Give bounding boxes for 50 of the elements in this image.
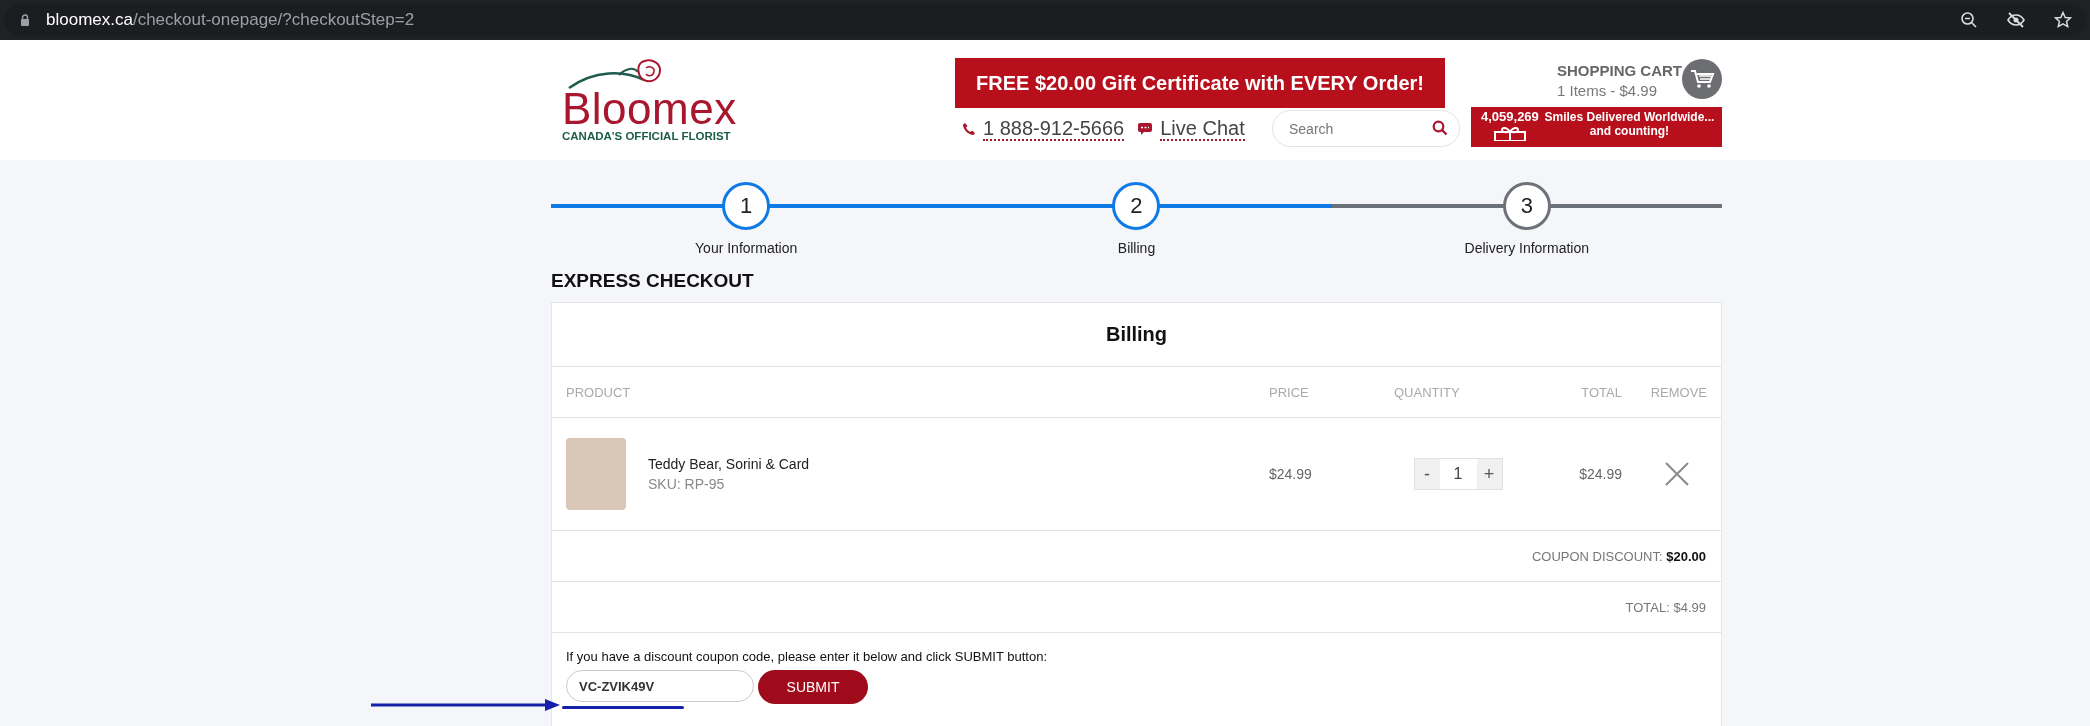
step-circle[interactable]: 3 xyxy=(1502,182,1551,230)
close-icon[interactable] xyxy=(1665,462,1689,486)
search-field[interactable]: Search xyxy=(1272,110,1460,147)
eye-slash-icon[interactable] xyxy=(2006,11,2026,29)
step-circle[interactable]: 1 xyxy=(722,182,771,230)
step-label: Your Information xyxy=(695,240,798,256)
product-name[interactable]: Teddy Bear, Sorini & Card xyxy=(648,456,810,472)
cart-title[interactable]: SHOPPING CART xyxy=(1557,62,1682,79)
phone-link[interactable]: 1 888-912-5666 xyxy=(983,116,1125,141)
promo-banner[interactable]: FREE $20.00 Gift Certificate with EVERY Order! xyxy=(955,58,1445,108)
column-header: REMOVE xyxy=(1649,384,1707,400)
total-text: $24.99 xyxy=(1578,466,1622,482)
quantity-value: 1 xyxy=(1452,465,1464,483)
column-header: TOTAL xyxy=(1580,384,1622,400)
search-icon[interactable] xyxy=(1432,120,1448,136)
counter-number: 4,059,269 xyxy=(1481,109,1539,124)
card-title: Billing xyxy=(552,303,1721,367)
address-bar[interactable]: bloomex.ca/checkout-onepage/?checkoutStep=2 xyxy=(4,4,2086,36)
counter-banner[interactable]: 4,059,269 Smiles Delivered Worldwide... and counting! xyxy=(1471,107,1722,147)
url-text: bloomex.ca/checkout-onepage/?checkoutStep=2 xyxy=(46,10,415,30)
step-label: Delivery Information xyxy=(1464,240,1590,256)
column-header: QUANTITY xyxy=(1393,384,1461,400)
counter-text: and counting! xyxy=(1589,124,1670,138)
total-text: TOTAL: $4.99 xyxy=(1625,599,1706,615)
increment-button[interactable]: + xyxy=(1476,459,1502,489)
product-sku: SKU: RP-95 xyxy=(648,476,726,492)
lock-icon xyxy=(20,14,30,26)
step-circle[interactable]: 2 xyxy=(1112,182,1161,230)
step-label: Billing xyxy=(1117,240,1156,256)
logo-tagline: CANADA'S OFFICIAL FLORIST xyxy=(562,130,731,142)
column-header: PRICE xyxy=(1269,384,1310,400)
gift-icon xyxy=(1492,127,1527,141)
coupon-discount-text: COUPON DISCOUNT: $20.00 xyxy=(1531,548,1706,564)
live-chat-link[interactable]: Live Chat xyxy=(1160,116,1245,141)
coupon-prompt: If you have a discount coupon code, please enter it below and click SUBMIT button: xyxy=(566,649,1049,664)
price-text: $24.99 xyxy=(1269,466,1313,482)
section-title: EXPRESS CHECKOUT xyxy=(551,270,755,292)
star-icon[interactable] xyxy=(2054,11,2072,29)
cart-icon[interactable] xyxy=(1682,59,1722,99)
counter-text: Smiles Delivered Worldwide... xyxy=(1544,110,1715,124)
photo-placeholder xyxy=(566,438,626,510)
decrement-button[interactable]: - xyxy=(1414,459,1440,489)
zoom-icon[interactable] xyxy=(1960,11,1978,29)
submit-button[interactable]: SUBMIT xyxy=(758,670,868,704)
cart-summary[interactable]: 1 Items - $4.99 xyxy=(1557,82,1682,99)
column-header: PRODUCT xyxy=(566,384,632,400)
phone-icon xyxy=(962,121,976,136)
logo-text[interactable]: Bloomex xyxy=(562,90,737,128)
chat-icon xyxy=(1137,121,1154,136)
coupon-input-field[interactable]: VC-ZVIK49V xyxy=(566,670,754,702)
